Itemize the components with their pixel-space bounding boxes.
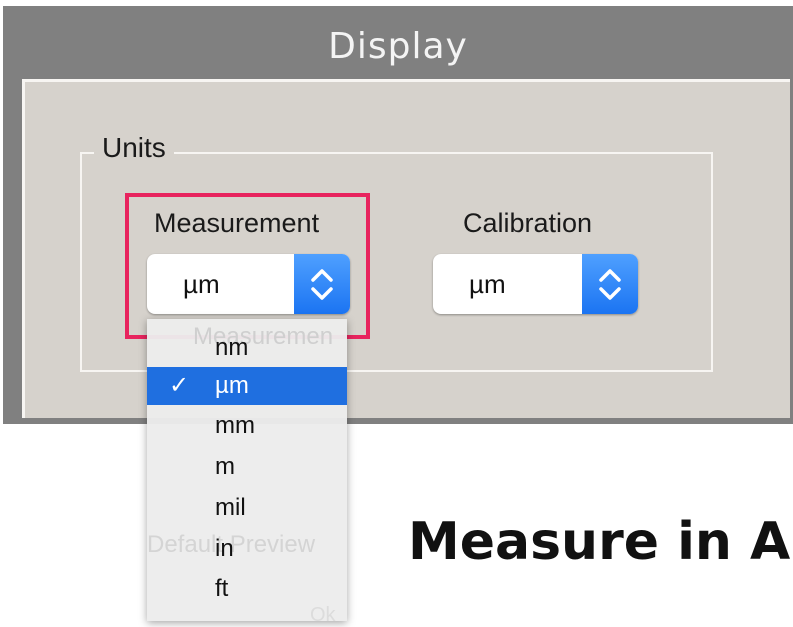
menu-item-um[interactable]: ✓ µm [147,367,347,405]
calibration-select-value: µm [469,269,506,299]
menu-item-label: in [215,535,234,562]
menu-item-label: m [215,453,235,480]
up-down-chevron-icon [582,254,638,314]
calibration-select[interactable]: µm [433,254,638,314]
menu-item-in[interactable]: in [147,530,347,568]
window-title: Display [328,26,468,67]
menu-item-m[interactable]: m [147,448,347,486]
menu-item-label: nm [215,334,249,361]
menu-item-label: mm [215,412,255,439]
menu-item-mil[interactable]: mil [147,489,347,527]
units-group-title: Units [94,132,174,164]
measurement-highlight-box [125,193,370,339]
calibration-label: Calibration [463,208,593,238]
checkmark-icon: ✓ [169,372,190,399]
menu-item-nm[interactable]: nm [147,329,347,367]
menu-item-label: µm [215,372,249,399]
menu-item-label: ft [215,575,229,602]
ghost-ok-text: Ok [310,604,336,626]
menu-item-label: mil [215,494,246,521]
menu-item-mm[interactable]: mm [147,407,347,445]
menu-item-ft[interactable]: ft [147,570,347,608]
units-dropdown-menu: Measuremen nm ✓ µm mm m mil Default Prev… [147,319,347,621]
headline-text: Measure in A [408,512,791,572]
